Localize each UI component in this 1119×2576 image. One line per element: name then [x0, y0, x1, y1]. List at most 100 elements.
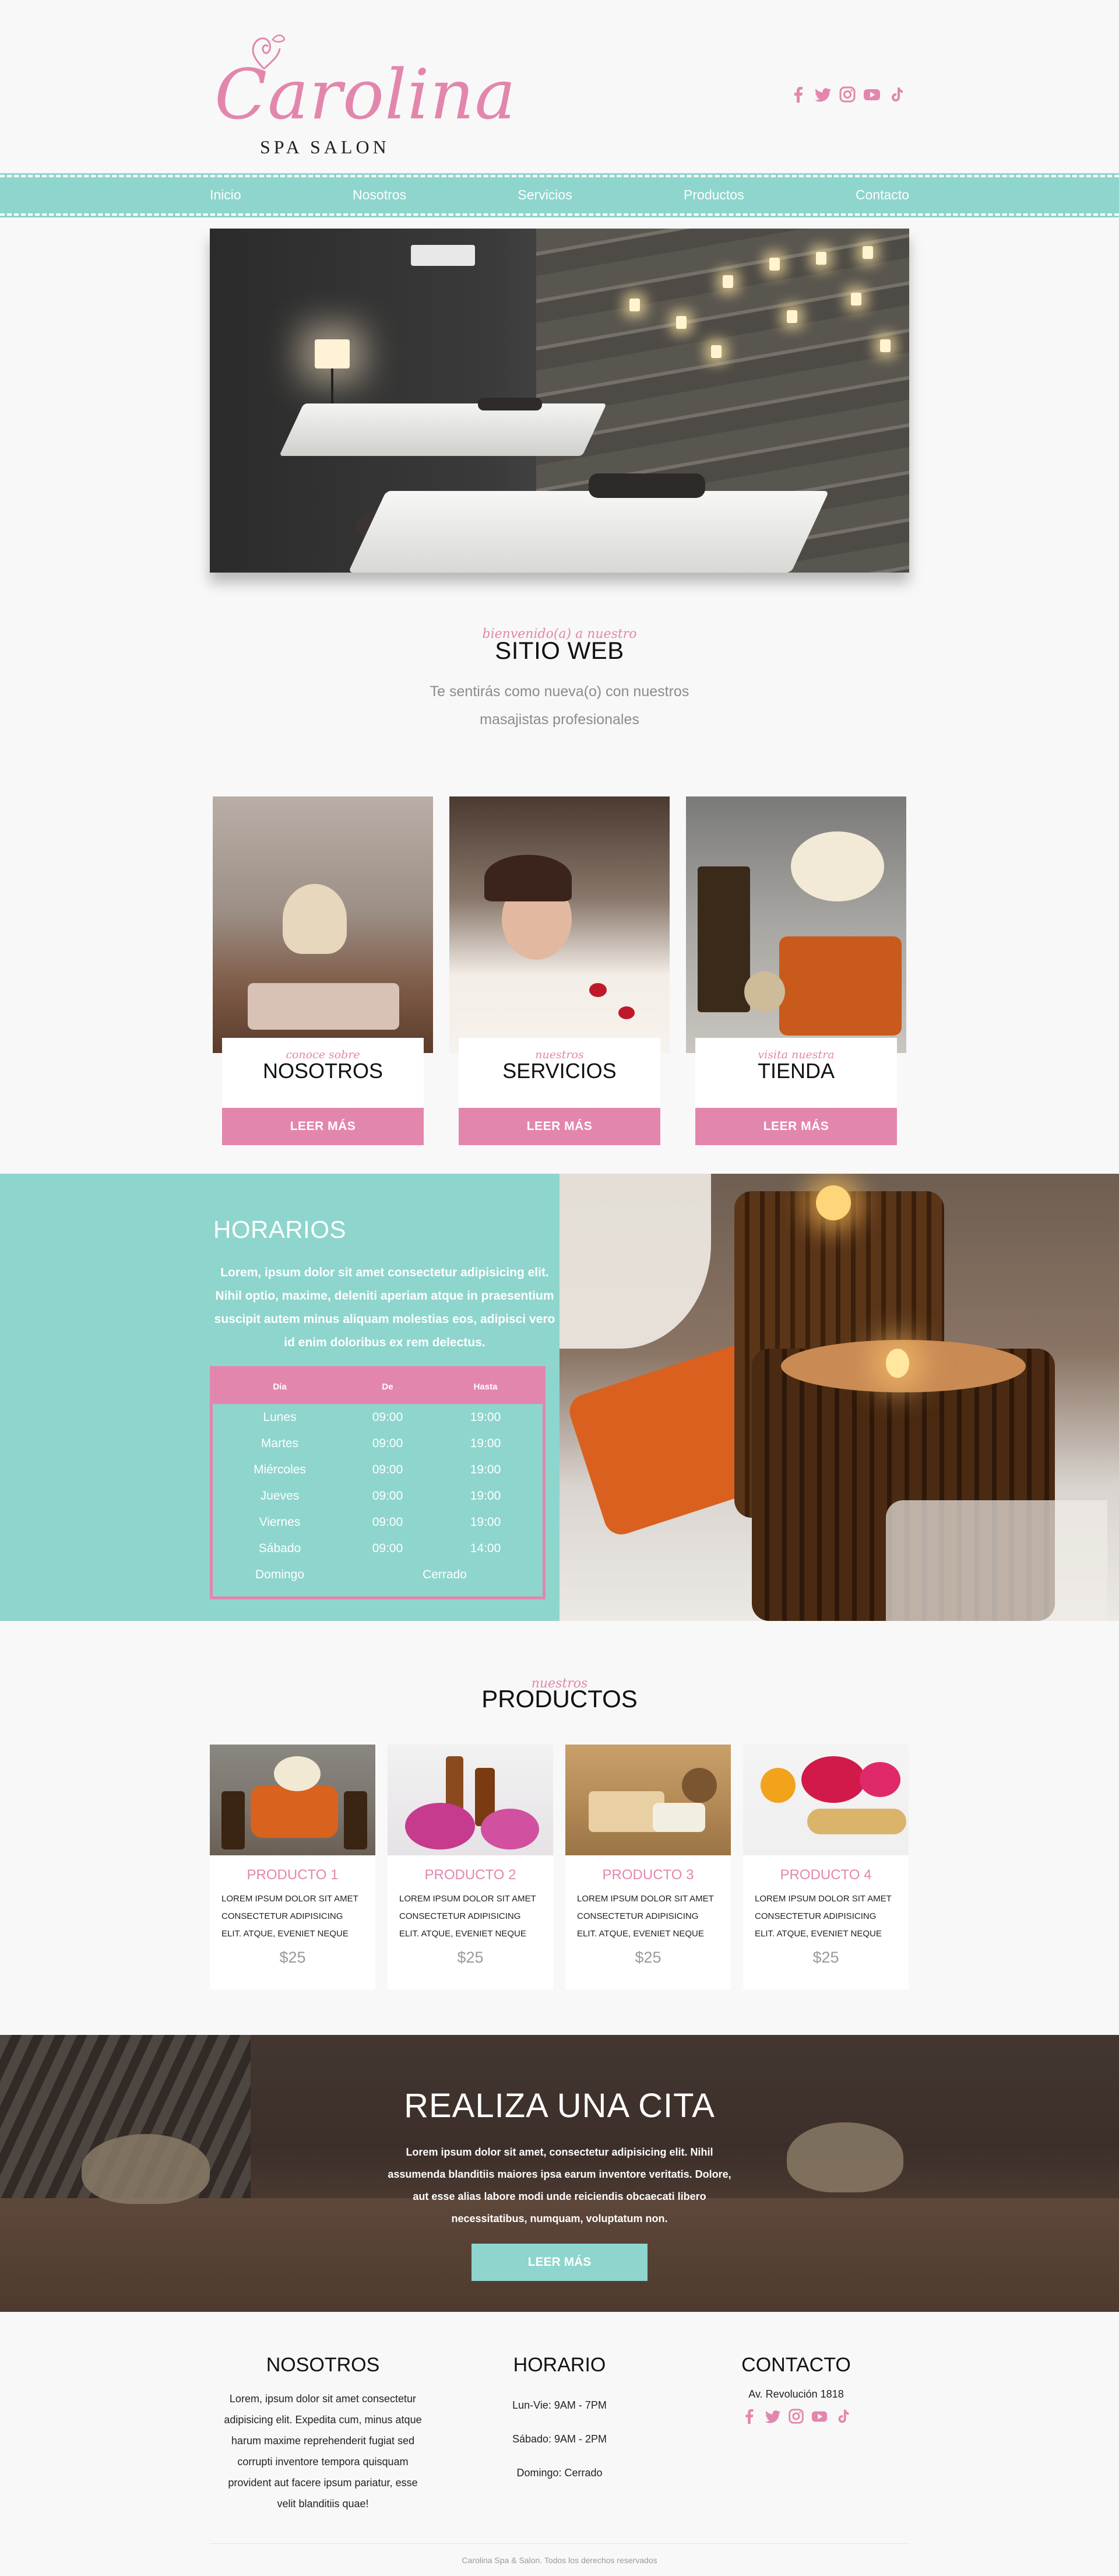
product-card[interactable]: PRODUCTO 4 LOREM IPSUM DOLOR SIT AMET CO…	[743, 1745, 909, 1989]
facebook-icon[interactable]	[789, 85, 808, 104]
welcome-text: Te sentirás como nueva(o) con nuestros m…	[430, 683, 689, 728]
logo[interactable]: Carolina SPA SALON	[214, 28, 516, 162]
tiktok-icon[interactable]	[886, 85, 906, 104]
row-day: Viernes	[259, 1515, 301, 1529]
product-price: $25	[457, 1949, 484, 1966]
footer-contact: CONTACTO Av. Revolución 1818	[691, 2354, 901, 2426]
row-to: 14:00	[470, 1541, 501, 1555]
hours-table-header: Día De Hasta	[213, 1369, 543, 1404]
read-more-button[interactable]: LEER MÁS	[222, 1108, 424, 1145]
youtube-icon[interactable]	[810, 2406, 829, 2426]
card-photo	[213, 796, 433, 1053]
product-price: $25	[635, 1949, 661, 1966]
row-to: 19:00	[470, 1515, 501, 1529]
table-row: Sábado 09:00 14:00	[213, 1535, 543, 1561]
nav-item-contacto[interactable]: Contacto	[856, 187, 909, 203]
card-servicios: nuestros SERVICIOS LEER MÁS	[449, 796, 670, 1146]
product-price: $25	[812, 1949, 839, 1966]
footer-divider	[210, 2543, 909, 2544]
product-card[interactable]: PRODUCTO 2 LOREM IPSUM DOLOR SIT AMET CO…	[388, 1745, 553, 1989]
product-image	[743, 1745, 909, 1855]
page: Carolina SPA SALON Inicio Nosotros Servi…	[0, 0, 1119, 2576]
product-name: PRODUCTO 3	[602, 1867, 694, 1883]
products-heading: nuestros PRODUCTOS	[0, 1676, 1119, 1713]
hours-table: Día De Hasta Lunes 09:00 19:00 Martes 09…	[210, 1366, 546, 1599]
card-box: visita nuestra TIENDA	[695, 1038, 897, 1108]
facebook-icon[interactable]	[740, 2406, 759, 2426]
card-nosotros: conoce sobre NOSOTROS LEER MÁS	[213, 796, 433, 1146]
row-day: Martes	[261, 1436, 299, 1450]
nav-item-nosotros[interactable]: Nosotros	[353, 187, 406, 203]
product-image	[565, 1745, 731, 1855]
appointment-title: REALIZA UNA CITA	[404, 2087, 715, 2125]
read-more-button[interactable]: LEER MÁS	[459, 1108, 660, 1145]
product-card[interactable]: PRODUCTO 3 LOREM IPSUM DOLOR SIT AMET CO…	[565, 1745, 731, 1989]
hours-text: Lorem, ipsum dolor sit amet consectetur …	[214, 1266, 555, 1349]
table-row: Jueves 09:00 19:00	[213, 1483, 543, 1509]
card-tienda: visita nuestra TIENDA LEER MÁS	[686, 796, 906, 1146]
twitter-icon[interactable]	[763, 2406, 783, 2426]
footer-schedule-title: HORARIO	[513, 2354, 606, 2376]
card-title: SERVICIOS	[502, 1059, 617, 1083]
nav-item-inicio[interactable]: Inicio	[210, 187, 241, 203]
row-from: 09:00	[372, 1436, 403, 1450]
site-header: Carolina SPA SALON	[0, 0, 1119, 175]
table-row: Viernes 09:00 19:00	[213, 1509, 543, 1535]
row-from: 09:00	[372, 1410, 403, 1424]
products-grid: PRODUCTO 1 LOREM IPSUM DOLOR SIT AMET CO…	[210, 1745, 909, 1989]
instagram-icon[interactable]	[838, 85, 857, 104]
table-row: Lunes 09:00 19:00	[213, 1404, 543, 1430]
row-to: 19:00	[470, 1462, 501, 1476]
read-more-button[interactable]: LEER MÁS	[695, 1108, 897, 1145]
card-box: nuestros SERVICIOS	[459, 1038, 660, 1108]
header-day: Día	[273, 1381, 287, 1392]
appointment-text: Lorem ipsum dolor sit amet, consectetur …	[388, 2146, 731, 2224]
appointment-button[interactable]: LEER MÁS	[471, 2244, 648, 2281]
product-desc: LOREM IPSUM DOLOR SIT AMET CONSECTETUR A…	[399, 1894, 536, 1939]
header-socials	[789, 85, 906, 104]
instagram-icon[interactable]	[786, 2406, 806, 2426]
footer-contact-title: CONTACTO	[741, 2354, 851, 2376]
row-from: 09:00	[372, 1462, 403, 1476]
product-name: PRODUCTO 1	[247, 1867, 339, 1883]
table-row-closed: Domingo Cerrado	[213, 1561, 543, 1588]
youtube-icon[interactable]	[862, 85, 882, 104]
hours-title: HORARIOS	[213, 1216, 347, 1243]
tiktok-icon[interactable]	[833, 2406, 853, 2426]
footer-schedule-line: Domingo: Cerrado	[516, 2467, 603, 2479]
row-day: Sábado	[258, 1541, 301, 1555]
row-day: Lunes	[263, 1410, 297, 1424]
appointment-section: REALIZA UNA CITA Lorem ipsum dolor sit a…	[0, 2035, 1119, 2312]
row-day: Miércoles	[254, 1462, 306, 1476]
row-to: 19:00	[470, 1489, 501, 1503]
copyright: Carolina Spa & Salon. Todos los derechos…	[462, 2556, 657, 2565]
footer-schedule-line: Lun-Vie: 9AM - 7PM	[512, 2399, 607, 2411]
card-box: conoce sobre NOSOTROS	[222, 1038, 424, 1108]
product-name: PRODUCTO 4	[780, 1867, 872, 1883]
footer-schedule-line: Sábado: 9AM - 2PM	[512, 2433, 607, 2445]
hero-image	[210, 229, 909, 573]
footer-about-text: Lorem, ipsum dolor sit amet consectetur …	[224, 2393, 422, 2510]
row-day: Jueves	[260, 1489, 300, 1503]
logo-subtitle: SPA SALON	[260, 136, 390, 157]
header-from: De	[382, 1381, 393, 1392]
product-image	[210, 1745, 375, 1855]
main-nav: Inicio Nosotros Servicios Productos Cont…	[0, 173, 1119, 217]
welcome-title: SITIO WEB	[495, 637, 624, 664]
card-title: NOSOTROS	[262, 1059, 383, 1083]
nav-item-servicios[interactable]: Servicios	[518, 187, 572, 203]
twitter-icon[interactable]	[813, 85, 833, 104]
nav-item-productos[interactable]: Productos	[684, 187, 744, 203]
row-day: Domingo	[255, 1567, 305, 1581]
row-from: 09:00	[372, 1541, 403, 1555]
row-from: 09:00	[372, 1489, 403, 1503]
footer-about: NOSOTROS Lorem, ipsum dolor sit amet con…	[218, 2354, 428, 2514]
row-closed-label: Cerrado	[423, 1567, 467, 1581]
row-to: 19:00	[470, 1410, 501, 1424]
product-card[interactable]: PRODUCTO 1 LOREM IPSUM DOLOR SIT AMET CO…	[210, 1745, 375, 1989]
products-title: PRODUCTOS	[481, 1685, 638, 1712]
feature-cards: conoce sobre NOSOTROS LEER MÁS nuestros …	[213, 796, 906, 1146]
card-title: TIENDA	[757, 1059, 835, 1083]
footer-socials	[691, 2406, 901, 2426]
card-photo	[449, 796, 670, 1053]
